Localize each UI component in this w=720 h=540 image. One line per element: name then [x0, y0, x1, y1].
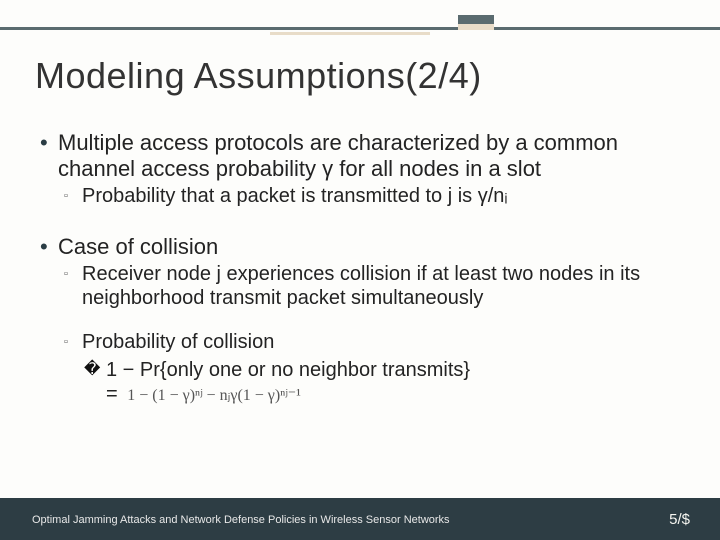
bullet-square-icon: ▫ — [64, 184, 82, 208]
bullet-square-icon: ▫ — [64, 330, 82, 354]
footer-bar: Optimal Jamming Attacks and Network Defe… — [0, 498, 720, 540]
accent-underline — [270, 32, 430, 35]
bullet-box-icon: � — [84, 358, 106, 382]
sub-sub-bullet-text: 1 − Pr{only one or no neighbor transmits… — [106, 358, 470, 382]
bullet-dot-icon: • — [40, 130, 58, 182]
sub-bullet-item: ▫ Probability that a packet is transmitt… — [64, 184, 685, 208]
sub-sub-bullet-item: � 1 − Pr{only one or no neighbor transmi… — [84, 358, 685, 382]
bullet-dot-icon: • — [40, 234, 58, 260]
slide-title: Modeling Assumptions(2/4) — [35, 55, 482, 97]
footer-title: Optimal Jamming Attacks and Network Defe… — [32, 514, 450, 526]
formula-line: = 1 − (1 − γ)ⁿʲ − nⱼγ(1 − γ)ⁿʲ⁻¹ — [106, 382, 685, 408]
collision-formula: 1 − (1 − γ)ⁿʲ − nⱼγ(1 − γ)ⁿʲ⁻¹ — [127, 384, 301, 408]
top-border-line — [0, 27, 720, 30]
bullet-item: • Multiple access protocols are characte… — [40, 130, 685, 182]
bullet-text: Multiple access protocols are characteri… — [58, 130, 685, 182]
sub-bullet-item: ▫ Probability of collision — [64, 330, 685, 354]
bullet-square-icon: ▫ — [64, 262, 82, 310]
bullet-item: • Case of collision — [40, 234, 685, 260]
page-number: 5/$ — [669, 511, 690, 528]
bullet-text: Case of collision — [58, 234, 218, 260]
sub-bullet-text: Probability that a packet is transmitted… — [82, 184, 508, 208]
content-body: • Multiple access protocols are characte… — [40, 130, 685, 408]
sub-bullet-text: Probability of collision — [82, 330, 274, 354]
equals-sign: = — [106, 383, 118, 405]
sub-bullet-text: Receiver node j experiences collision if… — [82, 262, 685, 310]
accent-box — [458, 15, 494, 30]
sub-bullet-item: ▫ Receiver node j experiences collision … — [64, 262, 685, 310]
